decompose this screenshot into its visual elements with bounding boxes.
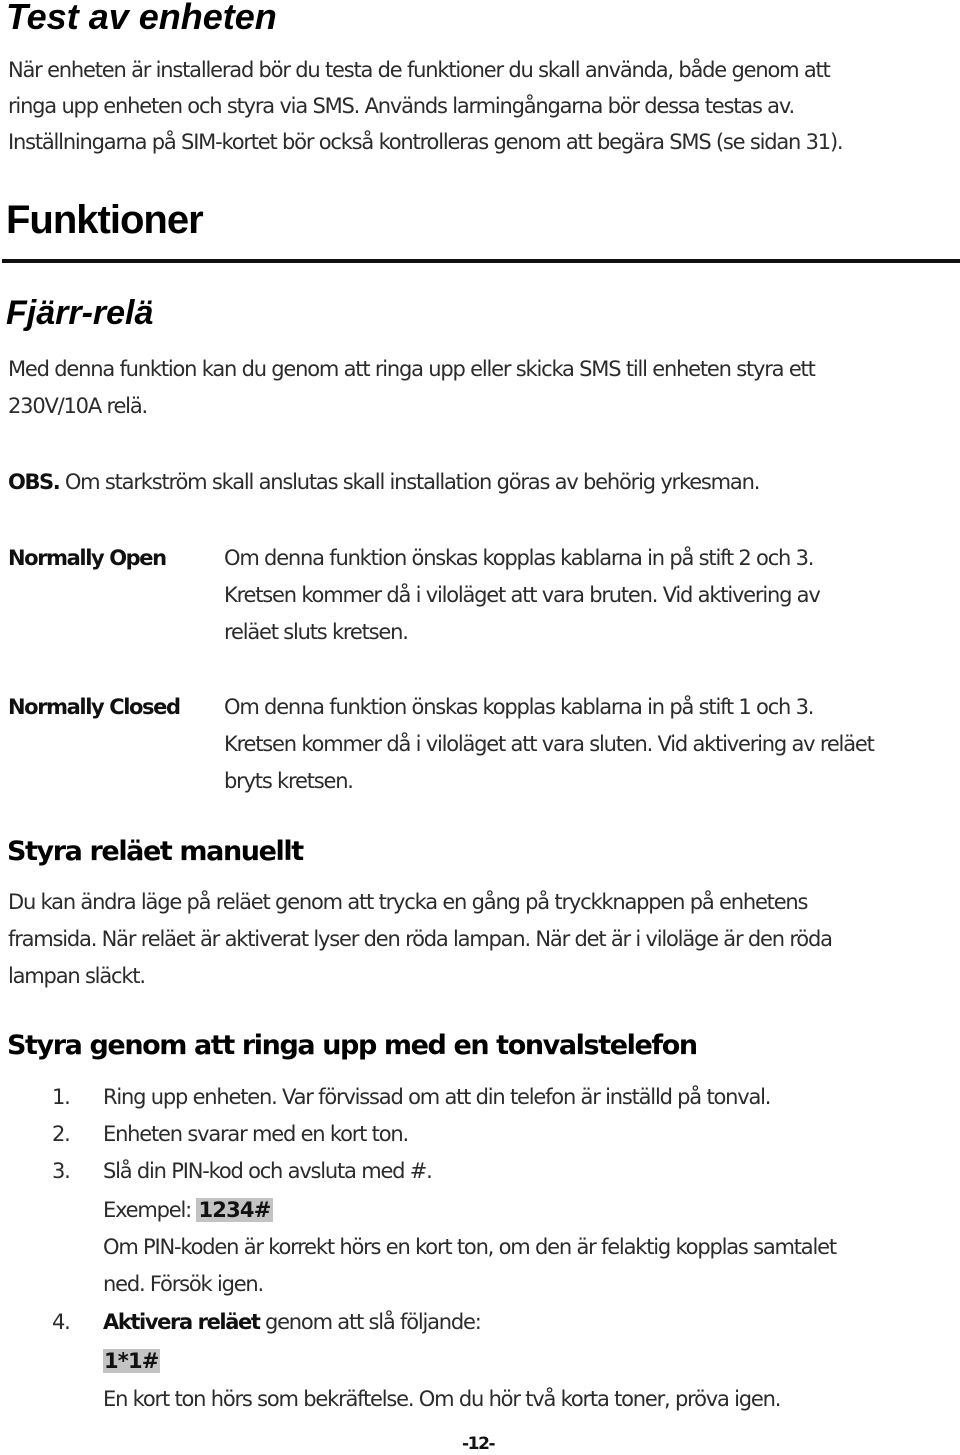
step-note-line: ned. Försök igen. (103, 1272, 264, 1296)
fjarr-rela-paragraph-line: 230V/10A relä. (8, 394, 148, 418)
activate-code-line: 1*1# (103, 1343, 160, 1379)
step-text: Ring upp enheten. Var förvissad om att d… (103, 1085, 771, 1109)
test-paragraph-line: Inställningarna på SIM-kortet bör också … (8, 130, 844, 154)
mode-label-normally-closed: Normally Closed (8, 695, 181, 719)
manuellt-paragraph-line: framsida. När reläet är aktiverat lyser … (8, 927, 833, 951)
step-text: Enheten svarar med en kort ton. (103, 1122, 409, 1146)
section-title-test: Test av enheten (6, 0, 277, 37)
activate-relay-code: 1*1# (103, 1349, 160, 1373)
step-number: 3. (52, 1159, 71, 1183)
step-number: 1. (52, 1085, 71, 1109)
obs-label: OBS. (8, 470, 61, 494)
pin-example-code: 1234# (196, 1198, 273, 1222)
test-paragraph-line: ringa upp enheten och styra via SMS. Anv… (8, 94, 795, 118)
mode-description-line: Kretsen kommer då i viloläget att vara s… (224, 732, 875, 756)
step-number: 2. (52, 1122, 71, 1146)
mode-label-normally-open: Normally Open (8, 546, 167, 570)
step-text: Aktivera reläet genom att slå följande: (103, 1304, 482, 1340)
test-paragraph-line: När enheten är installerad bör du testa … (8, 58, 831, 82)
section-title-funktioner: Funktioner (6, 198, 204, 242)
obs-text: Om starkström skall anslutas skall insta… (59, 470, 761, 494)
example-label: Exempel: (103, 1198, 197, 1222)
section-title-fjarr-rela: Fjärr-relä (6, 294, 154, 332)
page-number: -12- (462, 1434, 496, 1454)
section-divider (2, 259, 960, 263)
step-bold-text: Aktivera reläet (103, 1310, 261, 1334)
step-note-line: En kort ton hörs som bekräftelse. Om du … (103, 1387, 781, 1411)
step-rest-text: genom att slå följande: (259, 1310, 482, 1334)
mode-description-line: Om denna funktion önskas kopplas kablarn… (224, 695, 814, 719)
obs-note: OBS. Om starkström skall anslutas skall … (8, 464, 761, 500)
mode-description-line: Om denna funktion önskas kopplas kablarn… (224, 546, 814, 570)
step-number: 4. (52, 1310, 71, 1334)
step-note-line: Om PIN-koden är korrekt hörs en kort ton… (103, 1235, 837, 1259)
section-title-manuellt: Styra reläet manuellt (7, 836, 304, 867)
mode-description-line: Kretsen kommer då i viloläget att vara b… (224, 583, 821, 607)
fjarr-rela-paragraph-line: Med denna funktion kan du genom att ring… (8, 357, 816, 381)
manuellt-paragraph-line: lampan släckt. (8, 964, 146, 988)
mode-description-line: bryts kretsen. (224, 769, 354, 793)
pin-example: Exempel: 1234# (103, 1192, 273, 1228)
manuellt-paragraph-line: Du kan ändra läge på reläet genom att tr… (8, 890, 808, 914)
mode-description-line: reläet sluts kretsen. (224, 620, 409, 644)
step-text: Slå din PIN-kod och avsluta med #. (103, 1159, 433, 1183)
section-title-tonval: Styra genom att ringa upp med en tonvals… (7, 1030, 698, 1061)
